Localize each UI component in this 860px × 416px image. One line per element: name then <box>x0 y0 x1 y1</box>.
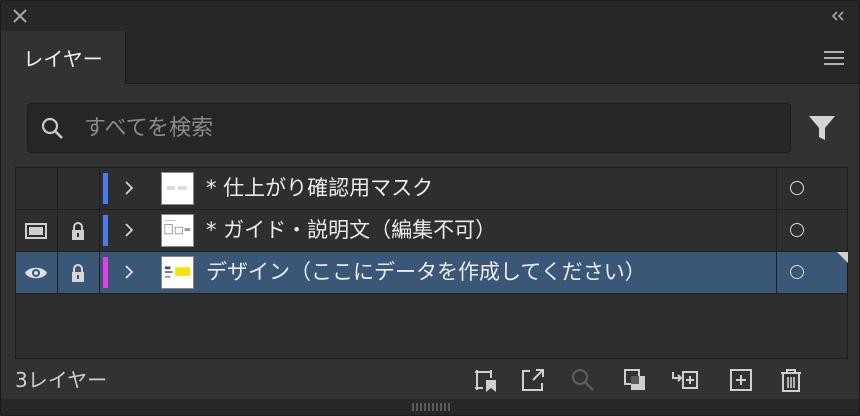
layer-color-swatch <box>103 257 108 288</box>
tab-layers[interactable]: レイヤー <box>1 31 126 84</box>
filter-icon[interactable] <box>807 113 837 143</box>
chevron-right-icon[interactable] <box>122 179 136 197</box>
layer-name[interactable]: * ガイド・説明文（編集不可） <box>206 210 496 251</box>
new-sublayer-icon[interactable] <box>671 366 699 394</box>
panel-footer: 3レイヤー <box>1 361 859 399</box>
lock-toggle[interactable] <box>58 168 100 209</box>
target-cell[interactable] <box>776 252 848 293</box>
tab-layers-label: レイヤー <box>23 47 103 71</box>
panel-menu-icon[interactable] <box>823 49 845 67</box>
visibility-toggle[interactable] <box>16 168 58 209</box>
resize-grip[interactable] <box>1 399 859 415</box>
locate-object-icon <box>571 368 594 391</box>
search-box <box>27 103 791 153</box>
close-icon[interactable] <box>11 7 29 25</box>
lock-icon <box>72 222 84 240</box>
new-layer-icon[interactable] <box>727 366 755 394</box>
trash-icon[interactable] <box>777 366 805 394</box>
layer-color-swatch <box>103 215 108 246</box>
layer-color-swatch <box>103 173 108 204</box>
target-cell[interactable] <box>776 168 848 209</box>
layer-row[interactable]: * ガイド・説明文（編集不可） <box>16 210 847 252</box>
layers-panel: レイヤー * 仕 <box>0 0 860 416</box>
lock-toggle[interactable] <box>58 252 100 293</box>
target-cell[interactable] <box>776 210 848 251</box>
lock-icon <box>72 264 84 282</box>
grip-dots <box>412 403 450 411</box>
layer-thumbnail <box>161 256 194 289</box>
visibility-toggle[interactable] <box>16 252 58 293</box>
search-icon <box>41 117 63 139</box>
visibility-toggle[interactable] <box>16 210 58 251</box>
layer-row[interactable]: * 仕上がり確認用マスク <box>16 168 847 210</box>
panel-titlebar <box>1 1 859 31</box>
search-input[interactable] <box>84 104 774 152</box>
chevron-right-icon[interactable] <box>122 263 136 281</box>
target-circle-icon[interactable] <box>790 265 804 279</box>
tab-row: レイヤー <box>1 31 859 84</box>
selection-indicator <box>837 252 848 263</box>
chevron-right-icon[interactable] <box>122 221 136 239</box>
collapse-panel-icon[interactable] <box>829 9 847 23</box>
target-circle-icon[interactable] <box>790 181 804 195</box>
clipping-mask-icon[interactable] <box>621 366 649 394</box>
layer-list: * 仕上がり確認用マスク * ガイド・説明文（編集不可） デザイン（ここにデータ… <box>15 167 848 359</box>
target-circle-icon[interactable] <box>790 223 804 237</box>
lock-toggle[interactable] <box>58 210 100 251</box>
collect-for-export-icon[interactable] <box>471 366 499 394</box>
layer-thumbnail <box>161 172 194 205</box>
export-icon[interactable] <box>519 366 547 394</box>
layer-thumbnail <box>161 214 194 247</box>
layer-count: 3レイヤー <box>15 368 108 392</box>
preview-box-icon <box>25 223 47 239</box>
layer-name[interactable]: * 仕上がり確認用マスク <box>206 168 433 209</box>
layer-row-selected[interactable]: デザイン（ここにデータを作成してください） <box>16 252 848 294</box>
eye-icon <box>25 267 47 279</box>
layer-name[interactable]: デザイン（ここにデータを作成してください） <box>206 252 646 293</box>
